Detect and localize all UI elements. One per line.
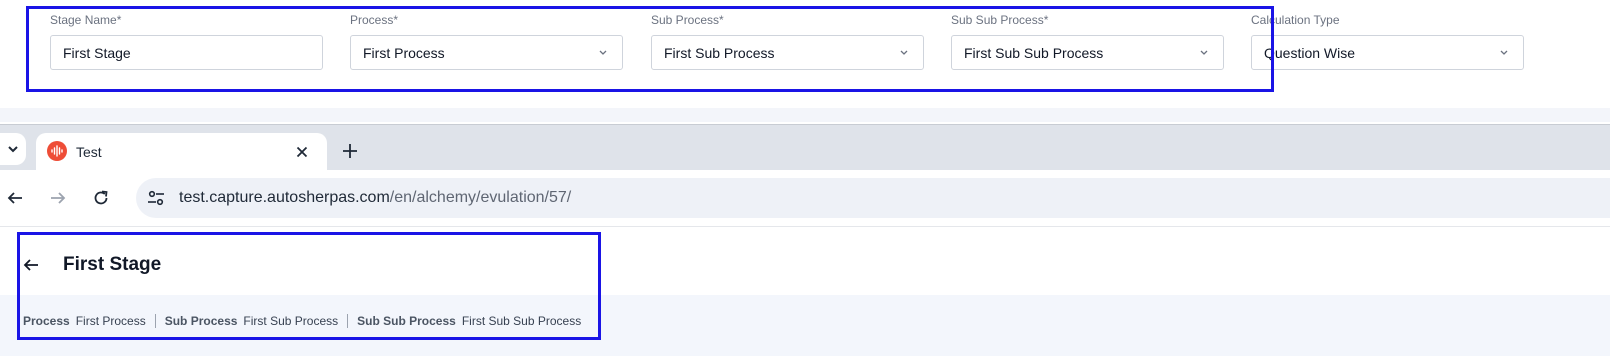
browser-toolbar: test.capture.autosherpas.com/en/alchemy/… bbox=[0, 170, 1610, 227]
back-icon[interactable] bbox=[5, 188, 25, 208]
forward-icon[interactable] bbox=[48, 188, 68, 208]
favicon-icon bbox=[47, 141, 67, 161]
site-settings-icon[interactable] bbox=[146, 188, 166, 208]
url-host: test.capture.autosherpas.com bbox=[179, 189, 390, 206]
chevron-down-icon bbox=[1500, 50, 1508, 55]
section-divider bbox=[0, 108, 1610, 122]
url-path: /en/alchemy/evulation/57/ bbox=[389, 189, 572, 206]
calculation-type-value: Question Wise bbox=[1264, 44, 1356, 61]
calculation-type-label: Calculation Type bbox=[1251, 13, 1340, 27]
highlight-box-header bbox=[17, 232, 601, 340]
highlight-box-form bbox=[26, 6, 1274, 92]
browser-tab-active[interactable]: Test bbox=[36, 133, 327, 171]
calculation-type-field: Calculation Type Question Wise bbox=[1251, 12, 1524, 70]
new-tab-icon[interactable] bbox=[340, 141, 360, 161]
tab-search-button[interactable] bbox=[0, 133, 26, 165]
close-icon[interactable] bbox=[294, 144, 310, 160]
url-text: test.capture.autosherpas.com/en/alchemy/… bbox=[179, 189, 571, 207]
stage-form-panel: Stage Name* First Stage Process* First P… bbox=[0, 0, 1610, 112]
address-bar[interactable]: test.capture.autosherpas.com/en/alchemy/… bbox=[136, 178, 1610, 218]
browser-tabstrip: Test bbox=[0, 124, 1610, 171]
reload-icon[interactable] bbox=[91, 188, 111, 208]
tab-title: Test bbox=[76, 144, 102, 160]
chevron-down-icon bbox=[8, 146, 18, 153]
calculation-type-select[interactable]: Question Wise bbox=[1251, 35, 1524, 70]
